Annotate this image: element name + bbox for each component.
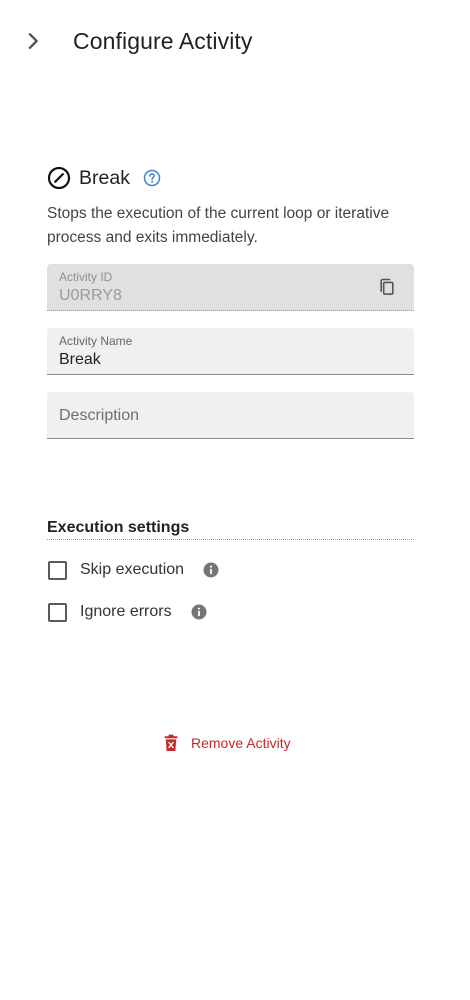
ignore-errors-checkbox[interactable] <box>48 602 67 622</box>
help-icon[interactable] <box>143 169 161 187</box>
activity-type-title: Break <box>79 166 130 189</box>
ignore-errors-option[interactable]: Ignore errors <box>47 601 414 623</box>
trash-icon <box>164 734 178 751</box>
activity-name-label: Activity Name <box>59 334 133 348</box>
activity-heading: Break <box>47 164 414 192</box>
info-icon[interactable] <box>202 561 220 579</box>
description-input[interactable]: Description <box>59 407 139 425</box>
skip-execution-checkbox[interactable] <box>48 560 67 580</box>
skip-execution-option[interactable]: Skip execution <box>47 559 414 581</box>
copy-icon[interactable] <box>377 277 397 297</box>
activity-description: Stops the execution of the current loop … <box>47 205 390 246</box>
execution-settings-title: Execution settings <box>47 519 414 540</box>
page-title: Configure Activity <box>73 28 253 54</box>
remove-activity-label: Remove Activity <box>191 735 291 751</box>
description-field[interactable]: Description <box>47 392 414 439</box>
info-icon[interactable] <box>190 603 208 621</box>
remove-activity-button[interactable]: Remove Activity <box>163 732 291 754</box>
activity-id-field: Activity ID U0RRY8 <box>47 264 414 311</box>
activity-id-value: U0RRY8 <box>59 287 122 304</box>
panel-header: Configure Activity <box>0 0 470 84</box>
skip-execution-label: Skip execution <box>80 561 185 578</box>
activity-name-field[interactable]: Activity Name Break <box>47 328 414 375</box>
activity-id-label: Activity ID <box>59 270 113 284</box>
activity-name-input[interactable]: Break <box>59 351 101 369</box>
activity-config: Break Stops the execution of the current… <box>47 164 414 623</box>
ignore-errors-label: Ignore errors <box>80 603 172 620</box>
chevron-right-icon[interactable] <box>22 30 44 52</box>
break-icon <box>47 166 71 190</box>
